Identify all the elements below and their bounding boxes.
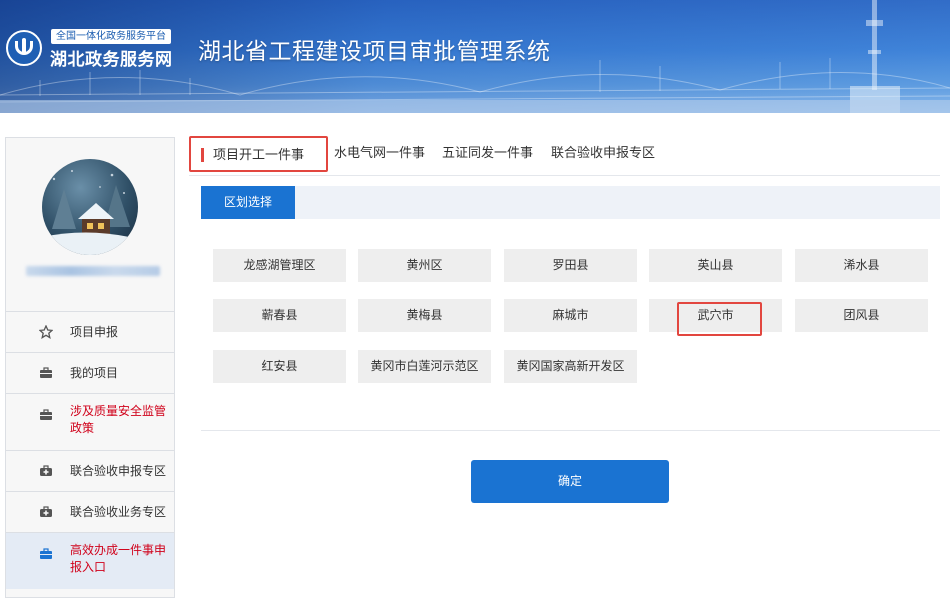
- header-banner: 全国一体化政务服务平台 湖北政务服务网 湖北省工程建设项目审批管理系统: [0, 0, 950, 113]
- sidebar-item-my-projects[interactable]: 我的项目: [6, 352, 174, 393]
- region-option-selected[interactable]: 武穴市: [649, 299, 782, 332]
- region-option[interactable]: 麻城市: [504, 299, 637, 332]
- tab-utilities[interactable]: 水电气网一件事: [334, 136, 425, 172]
- username-blurred: [26, 266, 160, 276]
- region-option[interactable]: 黄冈市白莲河示范区: [358, 350, 491, 383]
- snow-cabin-icon: [42, 170, 138, 255]
- region-select-label[interactable]: 区划选择: [201, 186, 295, 219]
- sidebar-item-efficient-one-thing[interactable]: 高效办成一件事申报入口: [6, 532, 174, 589]
- tab-label: 水电气网一件事: [334, 146, 426, 161]
- region-section-header: 区划选择: [201, 186, 940, 219]
- region-option[interactable]: 黄州区: [358, 249, 491, 282]
- platform-name[interactable]: 湖北政务服务网: [50, 45, 173, 70]
- avatar[interactable]: [42, 159, 138, 255]
- tab-project-start[interactable]: 项目开工一件事: [189, 136, 328, 172]
- sidebar-item-label: 联合验收业务专区: [70, 505, 167, 519]
- tab-label: 五证同发一件事: [442, 146, 534, 161]
- confirm-button[interactable]: 确定: [471, 460, 669, 503]
- platform-subtitle: 全国一体化政务服务平台: [51, 29, 171, 44]
- region-option[interactable]: 蕲春县: [213, 299, 346, 332]
- region-option[interactable]: 团风县: [795, 299, 928, 332]
- region-option[interactable]: 红安县: [213, 350, 346, 383]
- region-option[interactable]: 罗田县: [504, 249, 637, 282]
- tab-label: 项目开工一件事: [213, 148, 305, 163]
- tab-label: 联合验收申报专区: [551, 146, 656, 161]
- platform-logo-icon: [6, 30, 42, 66]
- system-title: 湖北省工程建设项目审批管理系统: [198, 39, 551, 65]
- sidebar-item-project-declare[interactable]: 项目申报: [6, 311, 174, 352]
- briefcase-icon: [40, 409, 52, 420]
- medical-case-icon: [40, 506, 52, 517]
- sidebar-item-joint-acceptance-business[interactable]: 联合验收业务专区: [6, 491, 174, 532]
- medical-case-icon: [40, 465, 52, 476]
- sidebar-item-joint-acceptance-declare[interactable]: 联合验收申报专区: [6, 450, 174, 491]
- sidebar-item-label: 联合验收申报专区: [70, 464, 167, 478]
- tab-bar: 项目开工一件事 水电气网一件事 五证同发一件事 联合验收申报专区: [189, 136, 940, 172]
- active-tab-marker: [201, 148, 204, 162]
- section-divider: [201, 430, 940, 431]
- sidebar-menu: 项目申报 我的项目 涉及质量安全监管政策 联合验收申报专区 联合验收业务专区 高…: [6, 311, 174, 589]
- sidebar-item-label: 项目申报: [70, 325, 119, 339]
- star-icon: [39, 325, 53, 339]
- sidebar: 项目申报 我的项目 涉及质量安全监管政策 联合验收申报专区 联合验收业务专区 高…: [5, 137, 175, 598]
- sidebar-item-label: 高效办成一件事申报入口: [70, 543, 167, 574]
- region-option[interactable]: 龙感湖管理区: [213, 249, 346, 282]
- tab-joint-acceptance[interactable]: 联合验收申报专区: [551, 136, 655, 172]
- region-option[interactable]: 英山县: [649, 249, 782, 282]
- region-option[interactable]: 黄冈国家高新开发区: [504, 350, 637, 383]
- tab-five-certificates[interactable]: 五证同发一件事: [442, 136, 533, 172]
- sidebar-item-label: 我的项目: [70, 366, 119, 380]
- briefcase-icon: [40, 548, 52, 559]
- tab-divider: [189, 175, 940, 176]
- briefcase-icon: [40, 367, 52, 378]
- region-option[interactable]: 浠水县: [795, 249, 928, 282]
- region-option[interactable]: 黄梅县: [358, 299, 491, 332]
- sidebar-item-label: 涉及质量安全监管政策: [70, 404, 167, 435]
- sidebar-item-quality-safety-policy[interactable]: 涉及质量安全监管政策: [6, 393, 174, 450]
